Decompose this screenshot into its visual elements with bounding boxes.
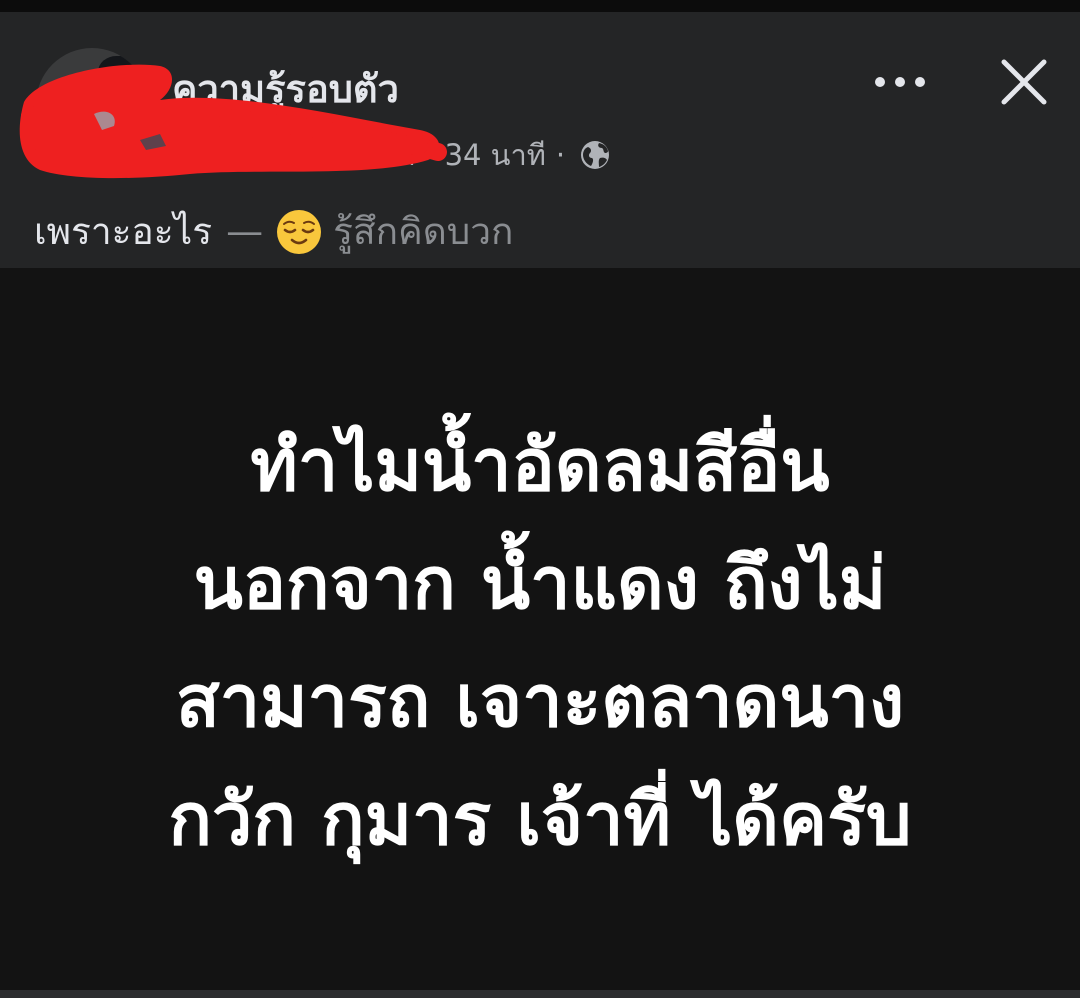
timestamp[interactable]: 34 นาที <box>445 132 546 178</box>
more-horizontal-icon <box>875 77 925 87</box>
post-line-3: สามารถ เจาะตลาดนาง <box>175 659 905 743</box>
post-image[interactable]: ทำไมน้ำอัดลมสีอื่น นอกจาก น้ำแดง ถึงไม่ … <box>0 268 1080 990</box>
post-header: ความรู้รอบตัว ลก · 34 นาที · <box>0 12 1080 268</box>
feeling-text: รู้สึกคิดบวก <box>333 210 514 253</box>
caption-text: เพราะอะไร <box>34 210 213 253</box>
bottom-edge <box>0 990 1080 998</box>
globe-icon[interactable] <box>579 139 611 171</box>
close-icon <box>1001 59 1047 105</box>
relieved-face-emoji-icon <box>275 208 323 256</box>
post-body-text: ทำไมน้ำอัดลมสีอื่น นอกจาก น้ำแดง ถึงไม่ … <box>0 406 1080 878</box>
post-line-1: ทำไมน้ำอัดลมสีอื่น <box>250 423 830 507</box>
post-line-4: กวัก กุมาร เจ้าที่ ได้ครับ <box>168 777 912 861</box>
caption-dash: — <box>226 210 264 253</box>
more-options-button[interactable] <box>868 62 932 102</box>
meta-separator-2: · <box>555 138 566 172</box>
redaction-scribble <box>19 64 447 179</box>
top-edge <box>0 0 1080 12</box>
close-button[interactable] <box>994 52 1054 112</box>
post-line-2: นอกจาก น้ำแดง ถึงไม่ <box>193 541 887 625</box>
post-caption: เพราะอะไร — รู้สึกคิดบวก <box>34 202 513 261</box>
